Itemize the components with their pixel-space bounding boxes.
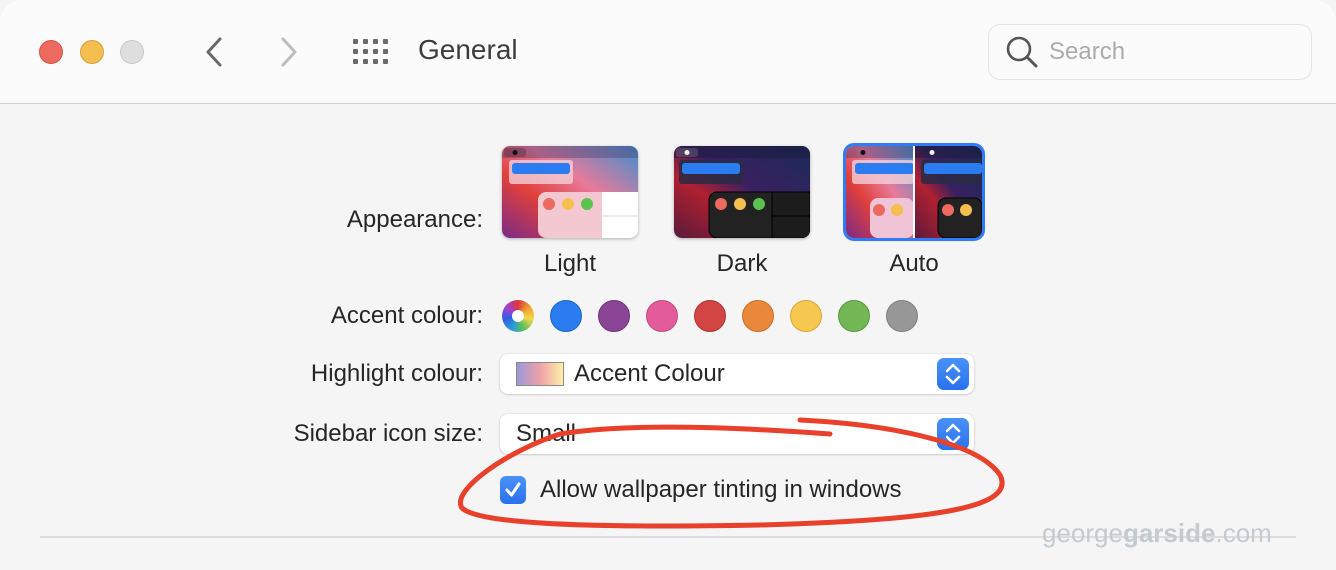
window-title: General bbox=[418, 34, 518, 65]
highlight-stepper[interactable] bbox=[937, 358, 969, 390]
sidebar-icon-size-value: Small bbox=[516, 420, 577, 447]
minimize-button[interactable] bbox=[80, 40, 104, 64]
wallpaper-tinting-option[interactable]: Allow wallpaper tinting in windows bbox=[500, 476, 902, 504]
watermark-bold: garside bbox=[1122, 518, 1216, 548]
appearance-dark-option[interactable] bbox=[674, 146, 810, 238]
chevron-right-icon bbox=[281, 37, 297, 67]
chevron-left-icon bbox=[206, 37, 222, 67]
accent-colour-picker bbox=[502, 300, 918, 332]
wallpaper-tinting-label: Allow wallpaper tinting in windows bbox=[540, 476, 902, 503]
search-icon bbox=[1006, 36, 1038, 68]
up-down-chevron-icon bbox=[945, 423, 961, 445]
highlight-colour-value: Accent Colour bbox=[574, 360, 725, 387]
show-all-button[interactable] bbox=[352, 38, 390, 66]
highlight-colour-select[interactable]: Accent Colour bbox=[500, 354, 974, 394]
highlight-colour-label: Highlight colour: bbox=[310, 360, 483, 387]
watermark-suffix: .com bbox=[1215, 518, 1272, 548]
search-field[interactable] bbox=[988, 24, 1312, 80]
sidebar-icon-size-stepper[interactable] bbox=[937, 418, 969, 450]
checkmark-icon bbox=[505, 482, 521, 497]
watermark-prefix: george bbox=[1042, 518, 1123, 548]
light-mode-preview-icon bbox=[502, 146, 638, 238]
accent-colour-label: Accent colour: bbox=[330, 302, 483, 329]
title-bar: General bbox=[0, 0, 1336, 104]
sidebar-icon-size-select[interactable]: Small bbox=[500, 414, 974, 454]
accent-red-swatch[interactable] bbox=[694, 300, 726, 332]
search-input[interactable] bbox=[1049, 38, 1289, 66]
highlight-colour-swatch bbox=[516, 362, 564, 386]
accent-multicolour-swatch[interactable] bbox=[502, 300, 534, 332]
appearance-light-label: Light bbox=[543, 250, 597, 277]
appearance-light-option[interactable] bbox=[502, 146, 638, 238]
accent-graphite-swatch[interactable] bbox=[886, 300, 918, 332]
back-button[interactable] bbox=[200, 34, 230, 70]
auto-mode-preview-icon bbox=[846, 146, 982, 238]
forward-button[interactable] bbox=[275, 34, 305, 70]
accent-purple-swatch[interactable] bbox=[598, 300, 630, 332]
accent-green-swatch[interactable] bbox=[838, 300, 870, 332]
appearance-dark-label: Dark bbox=[716, 250, 768, 277]
dark-mode-preview-icon bbox=[674, 146, 810, 238]
grid-icon bbox=[353, 39, 388, 64]
appearance-label: Appearance: bbox=[346, 206, 483, 233]
close-button[interactable] bbox=[39, 40, 63, 64]
zoom-button[interactable] bbox=[120, 40, 144, 64]
sidebar-icon-size-label: Sidebar icon size: bbox=[293, 420, 483, 447]
accent-blue-swatch[interactable] bbox=[550, 300, 582, 332]
accent-pink-swatch[interactable] bbox=[646, 300, 678, 332]
up-down-chevron-icon bbox=[945, 363, 961, 385]
accent-yellow-swatch[interactable] bbox=[790, 300, 822, 332]
wallpaper-tinting-checkbox[interactable] bbox=[500, 476, 526, 504]
accent-orange-swatch[interactable] bbox=[742, 300, 774, 332]
watermark: georgegarside.com bbox=[1042, 518, 1272, 549]
appearance-auto-option[interactable] bbox=[843, 143, 985, 241]
appearance-auto-label: Auto bbox=[889, 250, 939, 277]
